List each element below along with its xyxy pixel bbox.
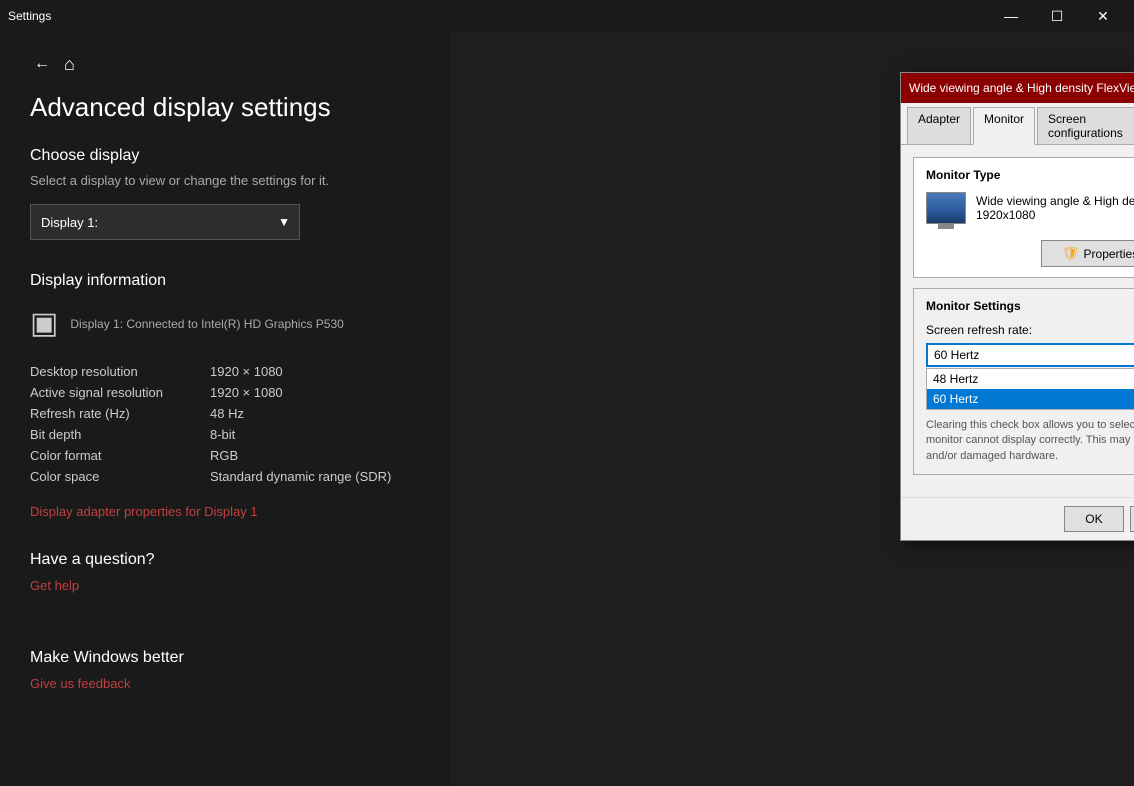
get-help-link[interactable]: Get help: [30, 578, 79, 593]
monitor-image: [926, 192, 966, 224]
dialog-tab[interactable]: Monitor: [973, 107, 1035, 145]
dialog-tabs: AdapterMonitorScreen configurationsColor…: [901, 103, 1134, 145]
right-area: Wide viewing angle & High density FlexVi…: [450, 32, 1134, 786]
page-title: Advanced display settings: [30, 92, 420, 123]
titlebar: Settings — ☐ ✕: [0, 0, 1134, 32]
monitor-type-info: Wide viewing angle & High density FlexVi…: [976, 194, 1134, 222]
home-icon[interactable]: ⌂: [64, 54, 75, 75]
refresh-rate-value: 60 Hertz: [934, 348, 979, 362]
dialog-tab[interactable]: Screen configurations: [1037, 107, 1134, 144]
info-row: Color spaceStandard dynamic range (SDR): [30, 466, 420, 487]
info-value: Standard dynamic range (SDR): [210, 469, 391, 484]
monitor-type-row: Wide viewing angle & High density FlexVi…: [926, 192, 1134, 224]
adapter-link[interactable]: Display adapter properties for Display 1: [30, 504, 258, 519]
ok-button[interactable]: OK: [1064, 506, 1123, 532]
dialog: Wide viewing angle & High density FlexVi…: [900, 72, 1134, 541]
info-value: RGB: [210, 448, 238, 463]
info-row: Desktop resolution1920 × 1080: [30, 361, 420, 382]
info-label: Color space: [30, 469, 210, 484]
display-select[interactable]: Display 1:: [30, 204, 300, 240]
info-label: Active signal resolution: [30, 385, 210, 400]
info-value: 1920 × 1080: [210, 385, 283, 400]
properties-btn-wrapper: 🛡 Properties: [926, 234, 1134, 267]
info-label: Bit depth: [30, 427, 210, 442]
monitor-type-group: Monitor Type Wide viewing angle & High d…: [913, 157, 1134, 278]
monitor-icon: ▣: [30, 306, 58, 341]
choose-display-subtitle: Select a display to view or change the s…: [30, 173, 420, 188]
monitor-settings-title: Monitor Settings: [926, 299, 1134, 313]
warning-text: Clearing this check box allows you to se…: [926, 418, 1134, 464]
dialog-title: Wide viewing angle & High density FlexVi…: [909, 81, 1134, 95]
minimize-button[interactable]: —: [988, 0, 1034, 32]
back-nav: ← ⌂: [30, 52, 420, 76]
info-value: 48 Hz: [210, 406, 244, 421]
info-value: 8-bit: [210, 427, 235, 442]
titlebar-title: Settings: [8, 9, 51, 23]
back-arrow[interactable]: ←: [30, 52, 54, 76]
refresh-select-wrapper: 60 Hertz ▼ 48 Hertz60 Hertz: [926, 343, 1134, 410]
info-row: Active signal resolution1920 × 1080: [30, 382, 420, 403]
display-info-section: Display information ▣ Display 1: Connect…: [30, 272, 420, 551]
choose-display-title: Choose display: [30, 147, 420, 165]
dialog-body: Monitor Type Wide viewing angle & High d…: [901, 145, 1134, 497]
left-panel: ← ⌂ Advanced display settings Choose dis…: [0, 32, 450, 786]
shield-icon: 🛡: [1062, 245, 1080, 262]
info-row: Bit depth8-bit: [30, 424, 420, 445]
monitor-type-res: 1920x1080: [976, 208, 1134, 222]
monitor-type-name: Wide viewing angle & High density FlexVi…: [976, 194, 1134, 208]
properties-button[interactable]: 🛡 Properties: [1041, 240, 1134, 267]
dropdown-item[interactable]: 48 Hertz: [927, 369, 1134, 389]
feedback-link[interactable]: Give us feedback: [30, 676, 130, 691]
info-label: Color format: [30, 448, 210, 463]
close-button[interactable]: ✕: [1080, 0, 1126, 32]
maximize-button[interactable]: ☐: [1034, 0, 1080, 32]
refresh-rate-dropdown[interactable]: 48 Hertz60 Hertz: [926, 368, 1134, 410]
titlebar-controls: — ☐ ✕: [988, 0, 1126, 32]
monitor-display: ▣ Display 1: Connected to Intel(R) HD Gr…: [30, 306, 420, 341]
dropdown-item[interactable]: 60 Hertz: [927, 389, 1134, 409]
windows-better-section: Make Windows better Give us feedback: [30, 649, 420, 723]
info-label: Refresh rate (Hz): [30, 406, 210, 421]
dialog-titlebar: Wide viewing angle & High density FlexVi…: [901, 73, 1134, 103]
refresh-rate-select[interactable]: 60 Hertz ▼: [926, 343, 1134, 367]
better-title: Make Windows better: [30, 649, 420, 667]
dialog-footer: OK Cancel Apply: [901, 497, 1134, 540]
display-info-title: Display information: [30, 272, 420, 290]
refresh-rate-label: Screen refresh rate:: [926, 323, 1134, 337]
info-table: Desktop resolution1920 × 1080Active sign…: [30, 361, 420, 487]
monitor-settings-group: Monitor Settings Screen refresh rate: 60…: [913, 288, 1134, 475]
titlebar-left: Settings: [8, 9, 51, 23]
question-section: Have a question? Get help: [30, 551, 420, 625]
info-value: 1920 × 1080: [210, 364, 283, 379]
monitor-type-title: Monitor Type: [926, 168, 1134, 182]
dialog-tab[interactable]: Adapter: [907, 107, 971, 144]
monitor-display-text: Display 1: Connected to Intel(R) HD Grap…: [70, 317, 343, 331]
info-row: Refresh rate (Hz)48 Hz: [30, 403, 420, 424]
main-content: ← ⌂ Advanced display settings Choose dis…: [0, 32, 1134, 786]
cancel-button[interactable]: Cancel: [1130, 506, 1134, 532]
question-title: Have a question?: [30, 551, 420, 569]
info-row: Color formatRGB: [30, 445, 420, 466]
display-select-wrapper: Display 1: ▼: [30, 204, 300, 240]
info-label: Desktop resolution: [30, 364, 210, 379]
